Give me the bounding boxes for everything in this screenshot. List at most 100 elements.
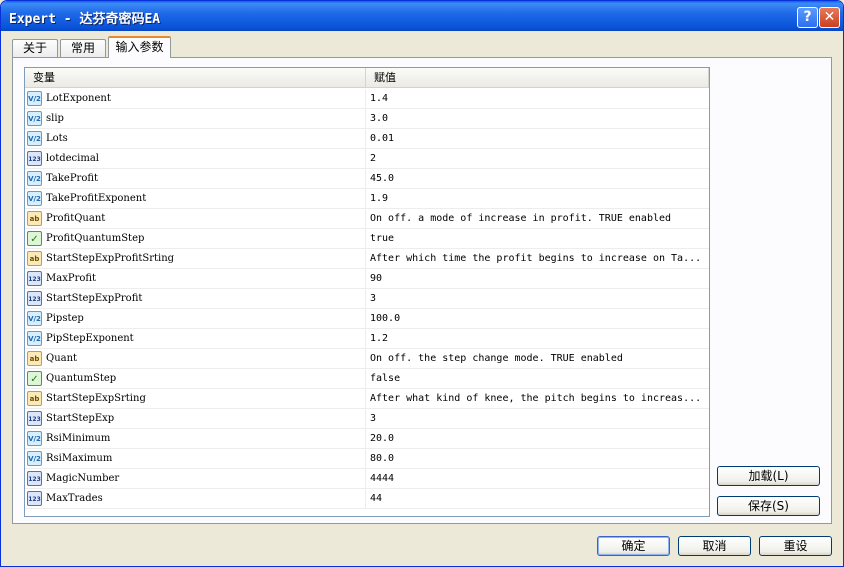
variable-cell[interactable]: ✓ QuantumStep [25, 369, 366, 389]
variable-cell[interactable]: V/2 TakeProfitExponent [25, 189, 366, 209]
int-type-icon: 123 [27, 471, 42, 486]
ok-button[interactable]: 确定 [597, 536, 670, 556]
double-type-icon: V/2 [27, 431, 42, 446]
variable-name: TakeProfitExponent [46, 193, 147, 204]
variable-name: StartStepExpProfit [46, 293, 143, 304]
value-cell[interactable]: 3 [366, 409, 709, 429]
load-button[interactable]: 加载(L) [717, 466, 820, 486]
save-button[interactable]: 保存(S) [717, 496, 820, 516]
table-row[interactable]: ✓ ProfitQuantumStep true [25, 229, 709, 249]
value-cell[interactable]: 1.2 [366, 329, 709, 349]
column-header-value[interactable]: 赋值 [366, 68, 709, 88]
variable-cell[interactable]: 123 MaxProfit [25, 269, 366, 289]
table-row[interactable]: V/2 TakeProfit 45.0 [25, 169, 709, 189]
table-row[interactable]: ab StartStepExpProfitSrting After which ti… [25, 249, 709, 269]
variable-name: StartStepExpProfitSrting [46, 253, 175, 264]
close-button[interactable]: ✕ [819, 7, 840, 28]
variable-cell[interactable]: V/2 PipStepExponent [25, 329, 366, 349]
table-row[interactable]: 123 lotdecimal 2 [25, 149, 709, 169]
value-cell[interactable]: 1.9 [366, 189, 709, 209]
variable-cell[interactable]: ✓ ProfitQuantumStep [25, 229, 366, 249]
bool-type-icon: ✓ [27, 371, 42, 386]
string-type-icon: ab [27, 251, 42, 266]
variable-cell[interactable]: V/2 TakeProfit [25, 169, 366, 189]
double-type-icon: V/2 [27, 311, 42, 326]
variable-cell[interactable]: 123 StartStepExp [25, 409, 366, 429]
value-cell[interactable]: 3.0 [366, 109, 709, 129]
table-row[interactable]: ✓ QuantumStep false [25, 369, 709, 389]
header-filler [709, 68, 710, 88]
table-row[interactable]: V/2 Pipstep 100.0 [25, 309, 709, 329]
table-row[interactable]: 123 StartStepExpProfit 3 [25, 289, 709, 309]
variable-cell[interactable]: V/2 Pipstep [25, 309, 366, 329]
string-type-icon: ab [27, 211, 42, 226]
variable-name: Quant [46, 353, 78, 364]
int-type-icon: 123 [27, 291, 42, 306]
value-cell[interactable]: true [366, 229, 709, 249]
table-row[interactable]: V/2 PipStepExponent 1.2 [25, 329, 709, 349]
cancel-button[interactable]: 取消 [678, 536, 751, 556]
variable-cell[interactable]: 123 lotdecimal [25, 149, 366, 169]
value-cell[interactable]: After what kind of knee, the pitch begin… [366, 389, 709, 409]
value-cell[interactable]: On off. a mode of increase in profit. TR… [366, 209, 709, 229]
variable-cell[interactable]: ab StartStepExpSrting [25, 389, 366, 409]
column-header-variable[interactable]: 变量 [25, 68, 366, 88]
tab-about[interactable]: 关于 [12, 39, 58, 58]
parameters-grid: 变量 赋值 V/2 LotExponent 1.4 V/2 slip 3.0 V/2 Lots… [24, 67, 710, 517]
value-cell[interactable]: 45.0 [366, 169, 709, 189]
variable-name: PipStepExponent [46, 333, 134, 344]
table-row[interactable]: V/2 slip 3.0 [25, 109, 709, 129]
table-row[interactable]: 123 MaxProfit 90 [25, 269, 709, 289]
table-row[interactable]: V/2 Lots 0.01 [25, 129, 709, 149]
variable-name: ProfitQuantumStep [46, 233, 145, 244]
table-row[interactable]: ab StartStepExpSrting After what kind of k… [25, 389, 709, 409]
value-cell[interactable]: 2 [366, 149, 709, 169]
value-cell[interactable]: 100.0 [366, 309, 709, 329]
value-cell[interactable]: 80.0 [366, 449, 709, 469]
table-row[interactable]: 123 MaxTrades 44 [25, 489, 709, 509]
bool-type-icon: ✓ [27, 231, 42, 246]
value-cell[interactable]: 1.4 [366, 89, 709, 109]
table-row[interactable]: ab ProfitQuant On off. a mode of increase … [25, 209, 709, 229]
value-cell[interactable]: 4444 [366, 469, 709, 489]
value-cell[interactable]: 20.0 [366, 429, 709, 449]
double-type-icon: V/2 [27, 111, 42, 126]
variable-name: slip [46, 113, 64, 124]
double-type-icon: V/2 [27, 331, 42, 346]
table-row[interactable]: V/2 TakeProfitExponent 1.9 [25, 189, 709, 209]
value-cell[interactable]: On off. the step change mode. TRUE enabl… [366, 349, 709, 369]
variable-cell[interactable]: V/2 LotExponent [25, 89, 366, 109]
help-button[interactable]: ? [797, 7, 818, 28]
value-cell[interactable]: 44 [366, 489, 709, 509]
table-row[interactable]: V/2 RsiMinimum 20.0 [25, 429, 709, 449]
string-type-icon: ab [27, 391, 42, 406]
variable-cell[interactable]: 123 StartStepExpProfit [25, 289, 366, 309]
tab-common[interactable]: 常用 [60, 39, 106, 58]
table-row[interactable]: ab Quant On off. the step change mode. TRU… [25, 349, 709, 369]
variable-cell[interactable]: 123 MaxTrades [25, 489, 366, 509]
variable-name: RsiMinimum [46, 433, 111, 444]
variable-cell[interactable]: V/2 Lots [25, 129, 366, 149]
value-cell[interactable]: 3 [366, 289, 709, 309]
title-bar[interactable]: Expert - 达芬奇密码EA ? ✕ [1, 1, 843, 31]
tab-inputs[interactable]: 输入参数 [108, 36, 171, 58]
value-cell[interactable]: 90 [366, 269, 709, 289]
value-cell[interactable]: 0.01 [366, 129, 709, 149]
double-type-icon: V/2 [27, 171, 42, 186]
table-row[interactable]: V/2 RsiMaximum 80.0 [25, 449, 709, 469]
table-row[interactable]: 123 MagicNumber 4444 [25, 469, 709, 489]
variable-cell[interactable]: V/2 slip [25, 109, 366, 129]
table-row[interactable]: 123 StartStepExp 3 [25, 409, 709, 429]
int-type-icon: 123 [27, 491, 42, 506]
variable-cell[interactable]: ab StartStepExpProfitSrting [25, 249, 366, 269]
table-row[interactable]: V/2 LotExponent 1.4 [25, 89, 709, 109]
variable-cell[interactable]: V/2 RsiMaximum [25, 449, 366, 469]
variable-name: MaxProfit [46, 273, 97, 284]
variable-cell[interactable]: ab ProfitQuant [25, 209, 366, 229]
value-cell[interactable]: false [366, 369, 709, 389]
variable-cell[interactable]: 123 MagicNumber [25, 469, 366, 489]
variable-cell[interactable]: V/2 RsiMinimum [25, 429, 366, 449]
value-cell[interactable]: After which time the profit begins to in… [366, 249, 709, 269]
reset-button[interactable]: 重设 [759, 536, 832, 556]
variable-cell[interactable]: ab Quant [25, 349, 366, 369]
